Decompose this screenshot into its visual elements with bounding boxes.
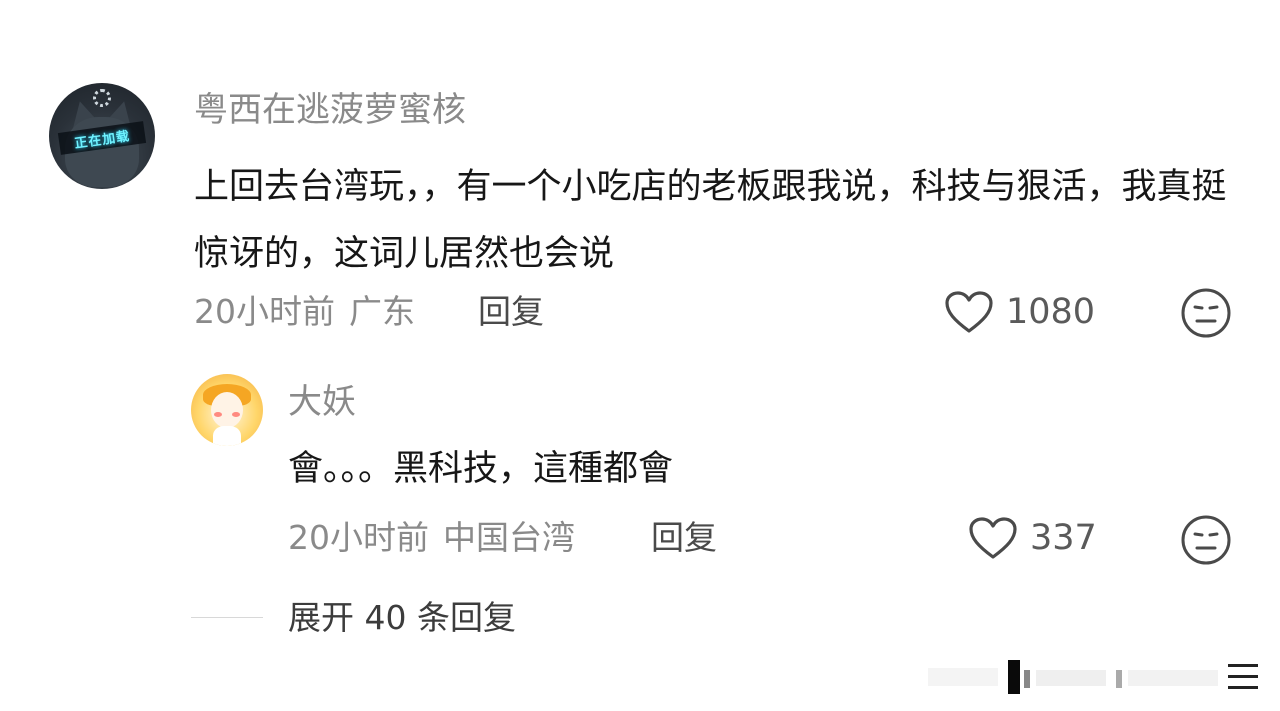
reply-location: 中国台湾 [443, 518, 575, 557]
avatar-cheek-right [232, 412, 240, 417]
comment-reply-button[interactable]: 回复 [478, 290, 544, 334]
meh-face-icon[interactable] [1180, 287, 1232, 339]
reply-reply-button[interactable]: 回复 [651, 516, 717, 560]
avatar-face [211, 392, 243, 428]
reply-text: 會。。。黑科技，這種都會 [288, 449, 674, 489]
comment-meta: 20小时前 广东 [194, 290, 415, 334]
reply-like-button[interactable]: 337 [968, 516, 1097, 560]
comment-username[interactable]: 粤西在逃菠萝蜜核 [194, 88, 466, 132]
meh-face-icon[interactable] [1180, 514, 1232, 566]
reply-meta: 20小时前 中国台湾 [288, 516, 575, 560]
avatar-body [213, 426, 241, 446]
watermark-bars-icon [928, 660, 1258, 694]
loading-spinner-icon [93, 89, 111, 107]
expand-divider [191, 617, 263, 618]
expand-replies-button[interactable]: 展开 40 条回复 [288, 596, 516, 640]
comment-time: 20小时前 [194, 292, 335, 331]
reply-time: 20小时前 [288, 518, 429, 557]
comment-like-count: 1080 [1006, 292, 1096, 332]
reply-username[interactable]: 大妖 [288, 380, 356, 424]
heart-outline-icon [969, 517, 1017, 559]
reply-like-count: 337 [1030, 518, 1097, 558]
comment-like-button[interactable]: 1080 [944, 290, 1095, 334]
comment-location: 广东 [349, 292, 415, 331]
comment-text: 上回去台湾玩，，有一个小吃店的老板跟我说，科技与狠活，我真挺惊讶的，这词儿居然也… [194, 167, 1227, 274]
avatar-cheek-left [214, 412, 222, 417]
heart-outline-icon [945, 291, 993, 333]
user-avatar[interactable]: 正在加载 [49, 83, 155, 189]
reply-user-avatar[interactable] [191, 374, 263, 446]
